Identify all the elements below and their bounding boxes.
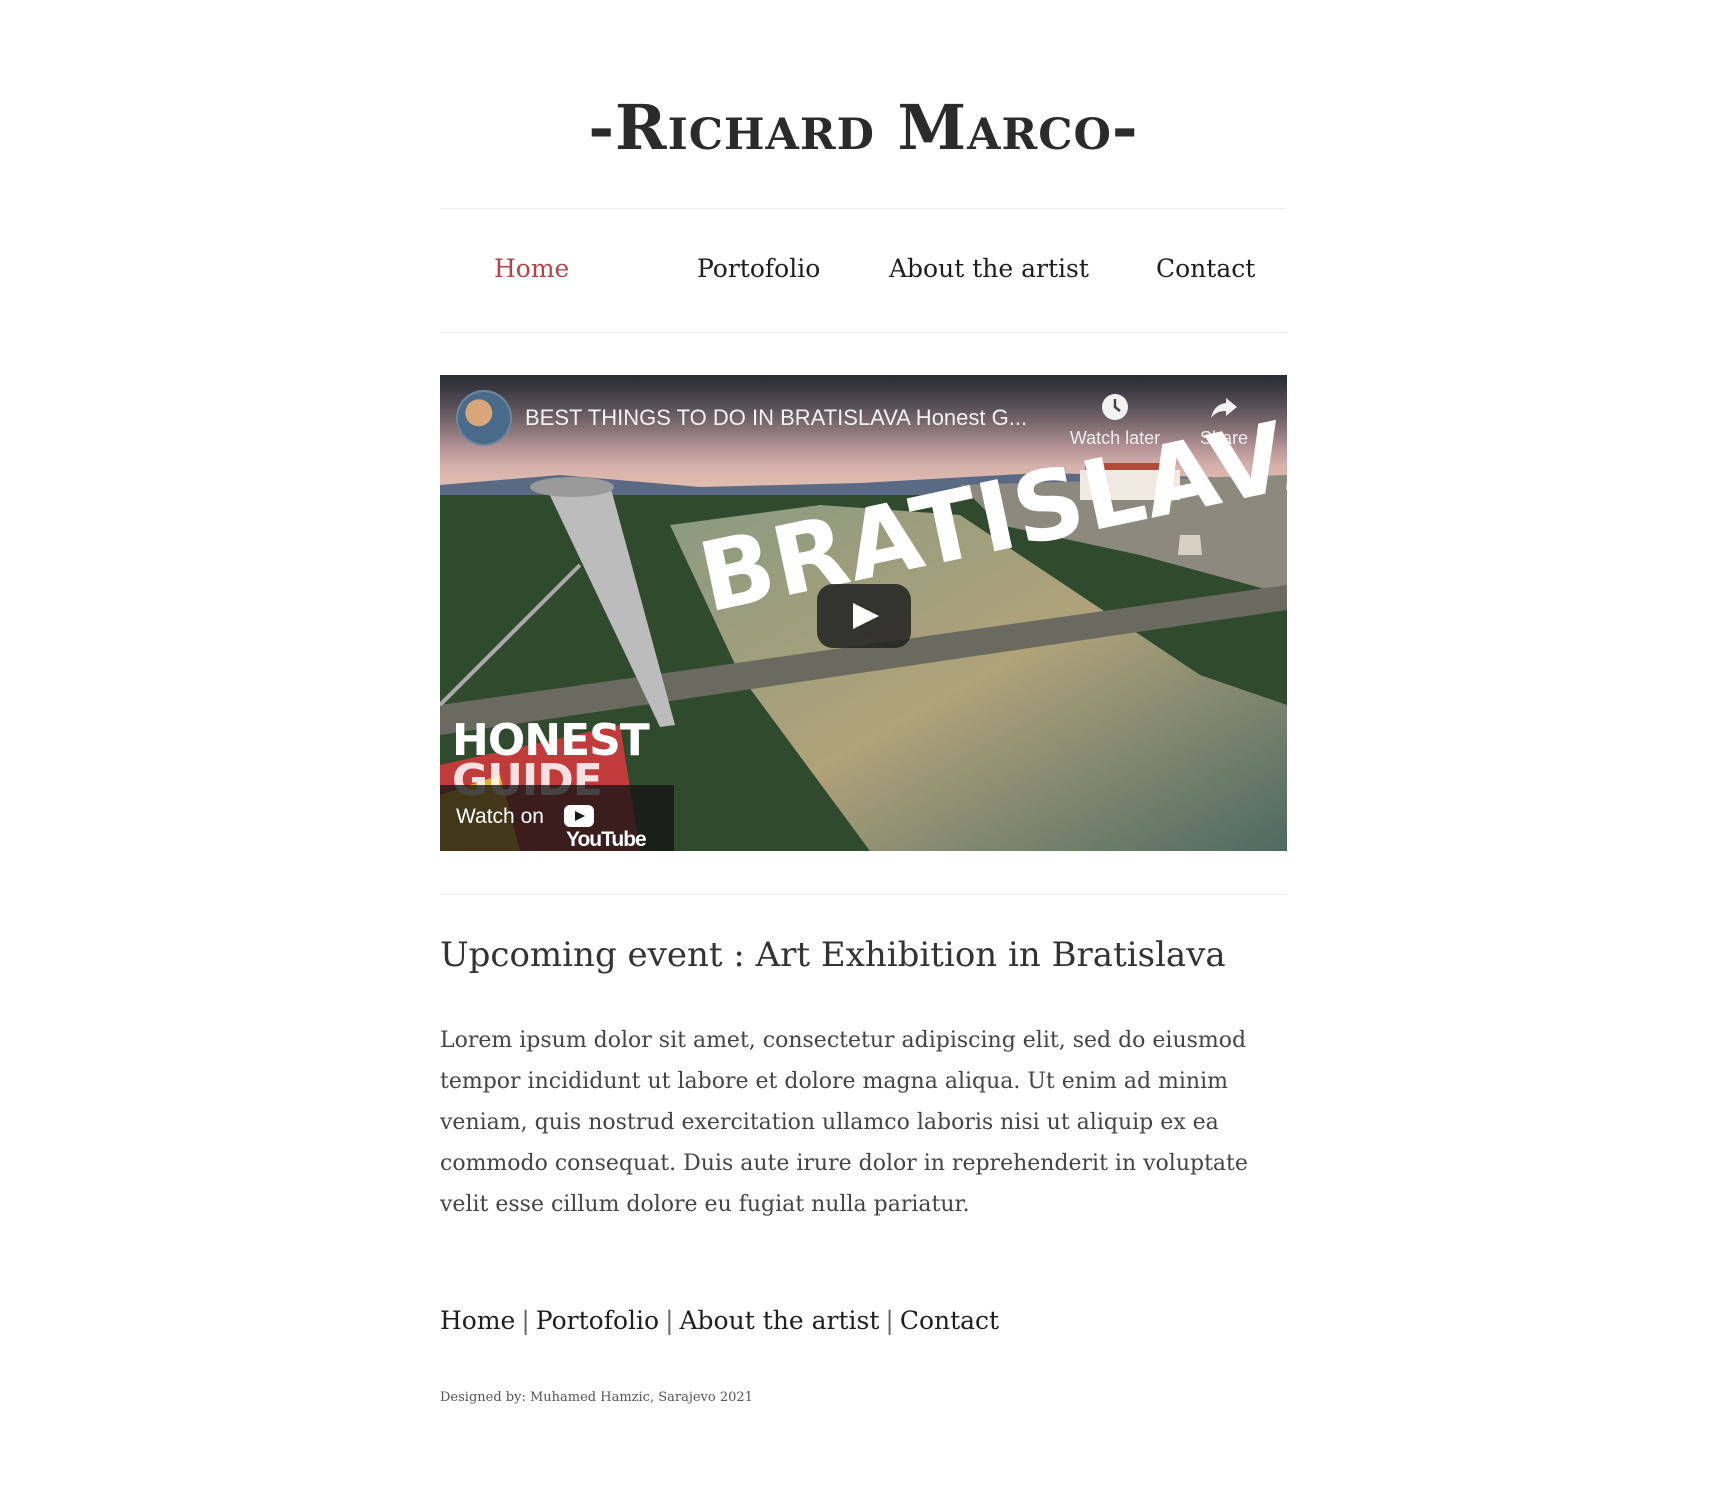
youtube-logo: YouTube [564, 804, 674, 851]
watch-on-youtube-button[interactable]: Watch on YouTube [440, 785, 674, 851]
play-button[interactable] [817, 584, 911, 648]
footer-credit: Designed by: Muhamed Hamzic, Sarajevo 20… [440, 1390, 753, 1405]
nav-about-artist[interactable]: About the artist [889, 254, 1089, 283]
footer-link-about-artist[interactable]: About the artist [680, 1306, 880, 1335]
event-description: Lorem ipsum dolor sit amet, consectetur … [440, 1028, 1248, 1217]
video-title[interactable]: BEST THINGS TO DO IN BRATISLAVA Honest G… [525, 405, 1027, 431]
event-title: Upcoming event : Art Exhibition in Brati… [440, 935, 1226, 975]
play-icon [853, 603, 879, 629]
nav-portofolio[interactable]: Portofolio [697, 254, 820, 283]
divider [440, 332, 1287, 333]
youtube-embed[interactable]: BEST THINGS TO DO IN BRATISLAVA Honest G… [440, 375, 1287, 851]
footer-link-home[interactable]: Home [440, 1306, 515, 1335]
youtube-wordmark: YouTube [566, 828, 647, 851]
site-title: -Richard Marco- [588, 91, 1139, 164]
footer-separator: | [521, 1306, 530, 1335]
footer-link-contact[interactable]: Contact [900, 1306, 999, 1335]
watch-on-label: Watch on [456, 805, 544, 828]
clock-icon [1102, 394, 1128, 420]
channel-avatar[interactable] [456, 390, 512, 446]
footer-separator: | [665, 1306, 674, 1335]
footer-nav: Home | Portofolio | About the artist | Contact [440, 1306, 999, 1335]
divider [440, 894, 1287, 895]
nav-home[interactable]: Home [494, 254, 569, 283]
divider [440, 208, 1287, 209]
youtube-play-icon [564, 805, 594, 828]
footer-separator: | [885, 1306, 894, 1335]
main-nav: Home Portofolio About the artist Contact [440, 230, 1287, 312]
footer-link-portofolio[interactable]: Portofolio [536, 1306, 659, 1335]
nav-contact[interactable]: Contact [1156, 254, 1255, 283]
